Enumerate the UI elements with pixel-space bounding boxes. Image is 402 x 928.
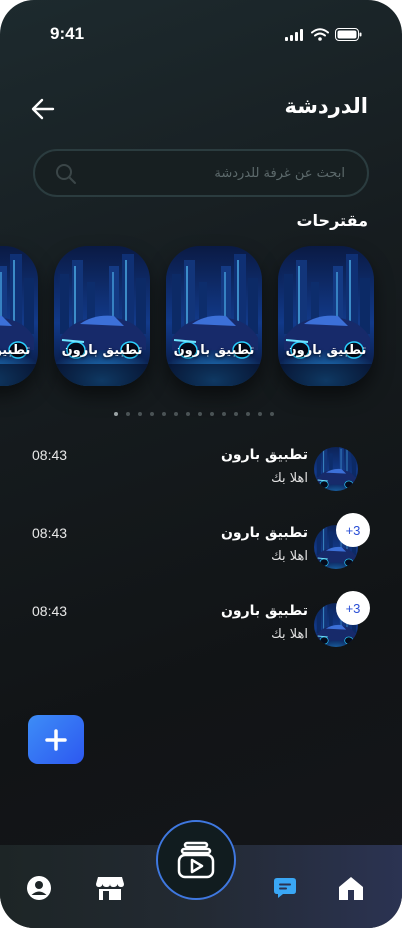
- back-arrow-icon[interactable]: [30, 96, 56, 122]
- chat-name: تطبيق بارون: [220, 603, 308, 619]
- chat-list-item[interactable]: 08:43 تطبيق بارون اهلا بك: [0, 447, 402, 507]
- card-label: تطبيق بارون: [173, 343, 255, 358]
- chat-time: 08:43: [32, 603, 68, 619]
- home-icon: [339, 877, 363, 900]
- card-image: [54, 246, 150, 386]
- suggestion-card[interactable]: تطبيق بارون: [54, 246, 150, 386]
- pagination-dot[interactable]: [210, 412, 214, 416]
- pagination-dot[interactable]: [222, 412, 226, 416]
- card-image: [166, 246, 262, 386]
- pagination-dot[interactable]: [246, 412, 250, 416]
- play-stack-icon: [177, 841, 215, 879]
- chat-message: اهلا بك: [271, 549, 308, 564]
- chat-name: تطبيق بارون: [220, 447, 308, 463]
- suggestions-label: مقترحات: [296, 211, 368, 230]
- page-title: الدردشة: [284, 94, 368, 118]
- suggestion-card[interactable]: تطبيق بارون: [166, 246, 262, 386]
- nav-chat[interactable]: [271, 874, 299, 902]
- card-label: تطبيق بارون: [285, 343, 367, 358]
- add-chat-button[interactable]: [28, 715, 84, 764]
- search-icon: [56, 164, 76, 184]
- profile-icon: [27, 876, 51, 900]
- unread-badge: +3: [336, 513, 370, 547]
- nav-store[interactable]: [95, 874, 125, 902]
- card-image: [278, 246, 374, 386]
- store-icon: [96, 877, 124, 900]
- chat-icon: [274, 878, 296, 898]
- pagination-dot[interactable]: [258, 412, 262, 416]
- pagination-dot[interactable]: [186, 412, 190, 416]
- status-icons: [285, 28, 362, 41]
- nav-home[interactable]: [337, 874, 365, 902]
- pagination-dot[interactable]: [114, 412, 118, 416]
- chat-list-item[interactable]: 08:43 تطبيق بارون اهلا بك +3: [0, 591, 402, 663]
- pagination-dot[interactable]: [198, 412, 202, 416]
- suggestions-carousel[interactable]: تطبيق بارون تطبيق بارون تطبيق بارون تطبي…: [0, 246, 402, 386]
- chat-name: تطبيق بارون: [220, 525, 308, 541]
- chat-time: 08:43: [32, 525, 68, 541]
- card-label: تطبيق بارون: [61, 343, 143, 358]
- chat-message: اهلا بك: [271, 471, 308, 486]
- search-bar[interactable]: [33, 149, 369, 197]
- pagination-dot[interactable]: [270, 412, 274, 416]
- battery-icon: [335, 28, 362, 41]
- header: الدردشة: [0, 90, 402, 130]
- wifi-icon: [311, 28, 329, 41]
- pagination-dot[interactable]: [126, 412, 130, 416]
- pagination-dot[interactable]: [174, 412, 178, 416]
- pagination-dot[interactable]: [138, 412, 142, 416]
- phone-screen: 9:41 الدردشة ابحث عن غرفة للدردشة مقترحا…: [0, 0, 402, 928]
- nav-profile[interactable]: [25, 874, 53, 902]
- suggestion-card[interactable]: تطبيق بارون: [278, 246, 374, 386]
- chat-time: 08:43: [32, 447, 68, 463]
- pagination-dot[interactable]: [162, 412, 166, 416]
- card-image: [0, 246, 38, 386]
- status-bar: 9:41: [0, 22, 402, 46]
- carousel-pagination: [114, 412, 274, 416]
- pagination-dot[interactable]: [234, 412, 238, 416]
- unread-badge: +3: [336, 591, 370, 625]
- plus-icon: [45, 728, 67, 751]
- search-input[interactable]: [95, 161, 345, 185]
- signal-icon: [285, 28, 303, 41]
- status-time: 9:41: [50, 24, 85, 43]
- chat-message: اهلا بك: [271, 627, 308, 642]
- pagination-dot[interactable]: [150, 412, 154, 416]
- avatar: [314, 447, 358, 491]
- center-play-button[interactable]: [156, 820, 236, 900]
- suggestion-card[interactable]: تطبيق بارون: [0, 246, 38, 386]
- card-label: تطبيق بارون: [0, 343, 31, 358]
- chat-list-item[interactable]: 08:43 تطبيق بارون اهلا بك +3: [0, 513, 402, 585]
